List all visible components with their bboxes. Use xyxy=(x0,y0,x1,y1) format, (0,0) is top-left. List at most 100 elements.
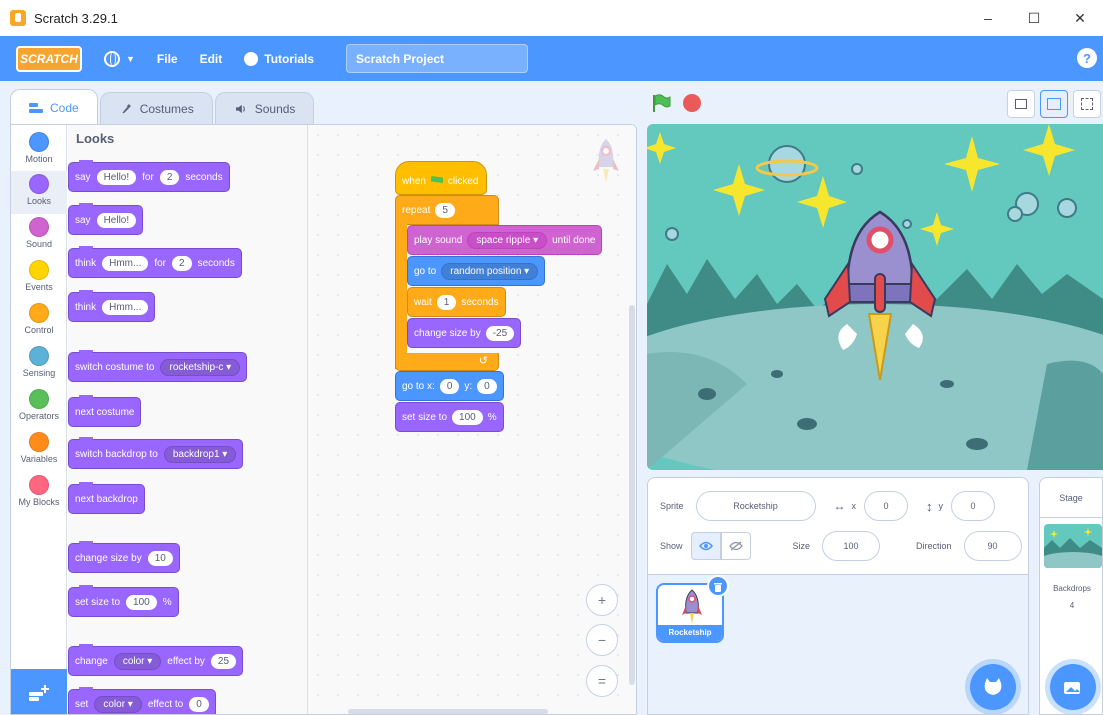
eye-hidden-icon xyxy=(728,541,743,551)
close-button[interactable]: ✕ xyxy=(1057,0,1103,36)
category-operators[interactable]: Operators xyxy=(11,386,67,429)
category-sensing[interactable]: Sensing xyxy=(11,343,67,386)
category-events[interactable]: Events xyxy=(11,257,67,300)
when-flag-clicked-block[interactable]: when clicked xyxy=(395,161,487,195)
edit-menu[interactable]: Edit xyxy=(200,52,223,66)
repeat-block-arm xyxy=(395,223,407,369)
message-input[interactable]: Hmm... xyxy=(102,255,149,271)
zoom-out-button[interactable]: − xyxy=(586,624,618,656)
size-input[interactable]: 100 xyxy=(452,409,483,425)
small-stage-button[interactable] xyxy=(1007,90,1035,118)
choose-sprite-button[interactable] xyxy=(970,664,1016,710)
sensing-color-dot xyxy=(29,346,49,366)
change-size-block[interactable]: change size by 10 xyxy=(68,541,180,573)
stop-icon[interactable] xyxy=(683,94,701,112)
file-menu[interactable]: File xyxy=(157,52,178,66)
seconds-input[interactable]: 2 xyxy=(159,169,180,185)
message-input[interactable]: Hello! xyxy=(96,169,137,185)
script-workspace[interactable]: when clicked ↺ repeat 5 play sound space… xyxy=(308,125,636,714)
say-for-secs-block[interactable]: say Hello! for 2 seconds xyxy=(68,160,230,192)
language-menu[interactable]: ▼ xyxy=(104,50,135,67)
green-flag-icon[interactable] xyxy=(651,93,671,113)
switch-costume-block[interactable]: switch costume to rocketship-c ▾ xyxy=(68,350,248,382)
size-input[interactable]: 100 xyxy=(126,594,157,610)
eye-icon xyxy=(698,541,713,551)
say-block[interactable]: say Hello! xyxy=(68,203,144,235)
zoom-in-button[interactable]: + xyxy=(586,584,618,616)
next-backdrop-block[interactable]: next backdrop xyxy=(68,482,145,514)
go-to-xy-block[interactable]: go to x: 0 y: 0 xyxy=(395,371,504,401)
minimize-button[interactable]: – xyxy=(965,0,1011,36)
size-input[interactable]: -25 xyxy=(485,325,515,341)
workspace-vertical-scrollbar[interactable] xyxy=(629,305,635,685)
delete-sprite-button[interactable] xyxy=(707,575,729,597)
y-position-input[interactable]: 0 xyxy=(951,491,996,521)
tab-sounds[interactable]: Sounds xyxy=(214,92,315,125)
go-to-block[interactable]: go to random position ▾ xyxy=(407,256,546,286)
choose-backdrop-button[interactable] xyxy=(1050,664,1096,710)
position-dropdown[interactable]: random position ▾ xyxy=(441,262,539,280)
stage-thumbnail[interactable] xyxy=(1044,524,1102,568)
sprite-info-row-2: Show Size 100 Direction 90 xyxy=(660,526,1022,566)
large-stage-button[interactable] xyxy=(1040,90,1068,118)
set-effect-block[interactable]: set color ▾ effect to 0 xyxy=(68,687,216,714)
scratch-logo[interactable]: SCRATCH xyxy=(16,45,82,72)
message-input[interactable]: Hello! xyxy=(96,212,137,228)
switch-backdrop-block[interactable]: switch backdrop to backdrop1 ▾ xyxy=(68,437,244,469)
zoom-reset-button[interactable]: = xyxy=(586,665,618,697)
x-position-input[interactable]: 0 xyxy=(864,491,909,521)
category-my-blocks[interactable]: My Blocks xyxy=(11,472,67,515)
category-motion[interactable]: Motion xyxy=(11,129,67,172)
change-size-script-block[interactable]: change size by -25 xyxy=(407,318,522,348)
tutorials-menu[interactable]: Tutorials xyxy=(244,51,314,66)
wait-seconds-input[interactable]: 1 xyxy=(436,294,457,310)
wait-block[interactable]: wait 1 seconds xyxy=(407,287,506,317)
effect-value-input[interactable]: 0 xyxy=(189,696,209,712)
block-text: wait xyxy=(414,296,432,308)
category-label: Events xyxy=(25,282,53,292)
category-control[interactable]: Control xyxy=(11,300,67,343)
project-title-input[interactable]: Scratch Project xyxy=(346,44,528,73)
category-looks[interactable]: Looks xyxy=(11,171,67,214)
y-input[interactable]: 0 xyxy=(477,378,497,394)
block-text: say xyxy=(75,171,91,183)
category-sound[interactable]: Sound xyxy=(11,214,67,257)
category-label: Sound xyxy=(25,239,53,249)
effect-dropdown[interactable]: color ▾ xyxy=(94,695,142,713)
direction-input[interactable]: 90 xyxy=(963,531,1022,561)
costume-dropdown[interactable]: rocketship-c ▾ xyxy=(160,358,241,376)
repeat-count-input[interactable]: 5 xyxy=(435,202,455,218)
think-block[interactable]: think Hmm... xyxy=(68,290,156,322)
next-costume-block[interactable]: next costume xyxy=(68,395,142,427)
block-text: set size to xyxy=(75,596,121,608)
hide-sprite-button[interactable] xyxy=(720,532,751,560)
x-input[interactable]: 0 xyxy=(439,378,460,394)
message-input[interactable]: Hmm... xyxy=(102,299,149,315)
size-input[interactable]: 100 xyxy=(822,531,881,561)
tab-code[interactable]: Code xyxy=(10,89,98,125)
control-color-dot xyxy=(29,303,49,323)
workspace-horizontal-scrollbar[interactable] xyxy=(348,709,548,714)
tab-costumes[interactable]: Costumes xyxy=(99,92,213,125)
play-sound-until-done-block[interactable]: play sound space ripple ▾ until done xyxy=(407,225,603,255)
set-size-script-block[interactable]: set size to 100 % xyxy=(395,402,504,432)
set-size-block[interactable]: set size to 100 % xyxy=(68,585,179,617)
help-icon[interactable]: ? xyxy=(1077,48,1097,68)
fullscreen-button[interactable] xyxy=(1073,90,1101,118)
add-extension-button[interactable] xyxy=(11,669,67,714)
sound-dropdown[interactable]: space ripple ▾ xyxy=(467,231,548,249)
stage-target-pane[interactable]: Stage Backdrops 4 xyxy=(1039,477,1103,715)
show-sprite-button[interactable] xyxy=(690,532,721,560)
effect-dropdown[interactable]: color ▾ xyxy=(113,652,162,670)
change-effect-block[interactable]: change color ▾ effect by 25 xyxy=(68,644,244,676)
seconds-input[interactable]: 2 xyxy=(172,255,192,271)
category-variables[interactable]: Variables xyxy=(11,429,67,472)
stage-header xyxy=(647,90,1103,120)
backdrop-dropdown[interactable]: backdrop1 ▾ xyxy=(163,445,237,463)
think-for-secs-block[interactable]: think Hmm... for 2 seconds xyxy=(68,246,242,278)
stage-canvas[interactable] xyxy=(647,124,1103,470)
size-input[interactable]: 10 xyxy=(147,550,173,566)
effect-value-input[interactable]: 25 xyxy=(210,653,237,669)
sprite-name-input[interactable]: Rocketship xyxy=(695,491,816,521)
maximize-button[interactable]: ☐ xyxy=(1011,0,1057,36)
